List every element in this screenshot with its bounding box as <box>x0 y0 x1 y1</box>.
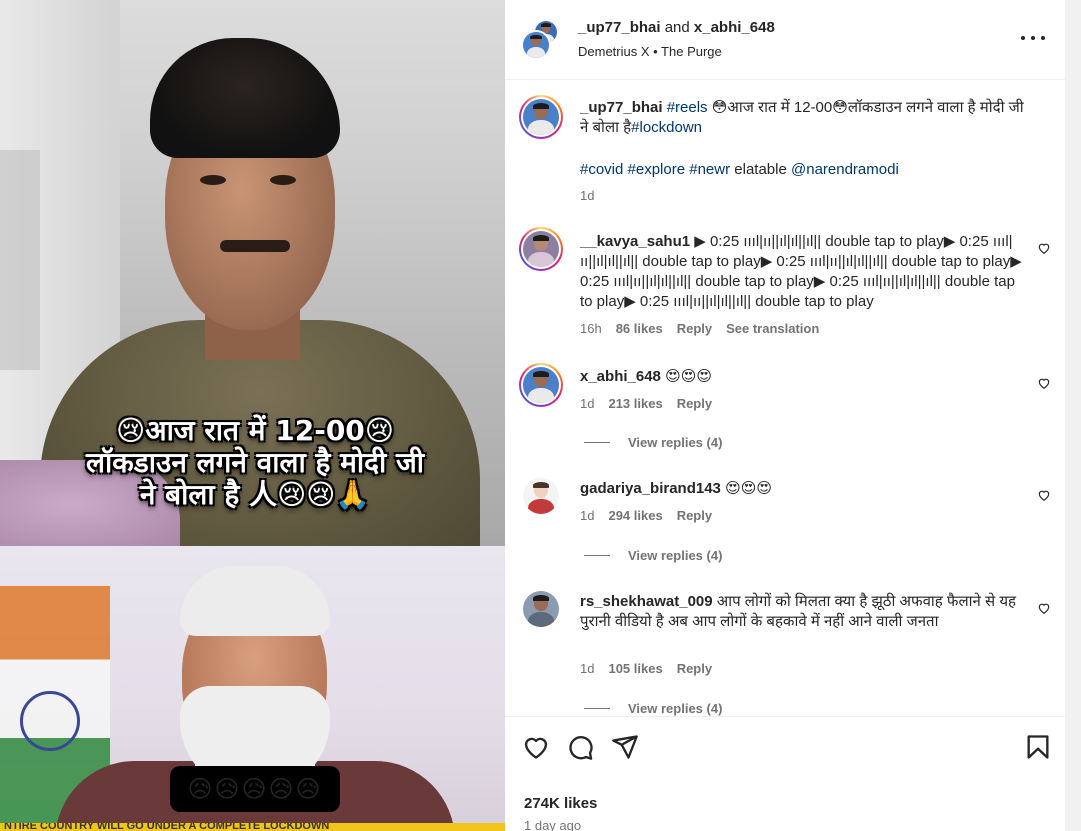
post-details-panel: _up77_bhai and x_abhi_648 Demetrius X • … <box>505 0 1065 831</box>
comment-icon[interactable] <box>566 733 594 761</box>
comment-likes[interactable]: 294 likes <box>608 508 662 523</box>
comment-time: 16h <box>580 321 602 336</box>
overlay-line-3: ने बोला है 人😢😢🙏 <box>139 478 371 511</box>
likes-count[interactable]: 274K likes <box>524 795 597 812</box>
comment-time: 1d <box>580 396 595 411</box>
comment-like-heart-icon[interactable] <box>1037 488 1051 502</box>
tag-newr[interactable]: #newr <box>689 161 730 178</box>
comment-avatar[interactable] <box>523 478 559 514</box>
view-replies-label: View replies (4) <box>628 548 723 563</box>
header-user2-link[interactable]: x_abhi_648 <box>694 19 775 36</box>
comment-meta: 1d 105 likes Reply <box>580 661 712 676</box>
collab-avatar-front[interactable] <box>521 30 551 60</box>
comment-username[interactable]: x_abhi_648 <box>580 368 661 385</box>
view-replies-button[interactable]: View replies (4) <box>584 701 722 716</box>
comment-body: 😍😍😍 <box>665 368 712 385</box>
comment-avatar[interactable] <box>519 363 563 407</box>
comment-like-heart-icon[interactable] <box>1037 601 1051 615</box>
comment-avatar[interactable] <box>519 227 563 271</box>
caption-line-1: 😳आज रात में 12-00😳लॉकडाउन लगने वाला है <box>711 99 976 116</box>
background-shelf <box>0 150 40 370</box>
comment-meta: 16h 86 likes Reply See translation <box>580 321 819 336</box>
action-bar: 274K likes 1 day ago <box>505 716 1065 831</box>
tag-covid[interactable]: #covid <box>580 161 623 178</box>
more-options-icon[interactable] <box>1021 30 1045 46</box>
comment-time: 1d <box>580 508 595 523</box>
header-and-text: and <box>664 19 690 36</box>
reply-button[interactable]: Reply <box>677 321 712 336</box>
comment-text: rs_shekhawat_009 आप लोगों को मिलता क्या … <box>580 592 1025 632</box>
reply-button[interactable]: Reply <box>677 396 712 411</box>
tag-lockdown[interactable]: #lockdown <box>631 119 702 136</box>
comment-body: 😍😍😍 <box>725 480 772 497</box>
comment-likes[interactable]: 105 likes <box>608 661 662 676</box>
caption-time: 1d <box>580 188 594 203</box>
caption-username[interactable]: _up77_bhai <box>580 99 663 116</box>
header-usernames: _up77_bhai and x_abhi_648 <box>578 19 775 36</box>
view-replies-label: View replies (4) <box>628 701 723 716</box>
header-user1-link[interactable]: _up77_bhai <box>578 19 661 36</box>
see-translation-button[interactable]: See translation <box>726 321 819 336</box>
bookmark-icon[interactable] <box>1024 733 1052 761</box>
heart-icon[interactable] <box>522 733 550 761</box>
caption-avatar[interactable] <box>519 95 563 139</box>
comment-meta: 1d 294 likes Reply <box>580 508 712 523</box>
video-top-frame: 😢आज रात में 12-00😢 लॉकडाउन लगने वाला है … <box>0 0 505 546</box>
video-bottom-frame: 😥😥😥😥😥 NTIRE COUNTRY WILL GO UNDER A COMP… <box>0 546 505 831</box>
video-caption-overlay: 😢आज रात में 12-00😢 लॉकडाउन लगने वाला है … <box>50 415 460 511</box>
comment-like-heart-icon[interactable] <box>1037 376 1051 390</box>
audio-link[interactable]: Demetrius X • The Purge <box>578 44 722 59</box>
caption-text: _up77_bhai #reels 😳आज रात में 12-00😳लॉकड… <box>580 98 1035 138</box>
comment-username[interactable]: __kavya_sahu1 <box>580 233 690 250</box>
view-replies-label: View replies (4) <box>628 435 723 450</box>
reel-video[interactable]: 😢आज रात में 12-00😢 लॉकडाउन लगने वाला है … <box>0 0 505 831</box>
caption-tags: #covid #explore #newr elatable @narendra… <box>580 160 899 180</box>
comment-username[interactable]: gadariya_birand143 <box>580 480 721 497</box>
reply-button[interactable]: Reply <box>677 661 712 676</box>
comment-text: x_abhi_648 😍😍😍 <box>580 367 1025 387</box>
comment-avatar[interactable] <box>523 591 559 627</box>
tag-explore[interactable]: #explore <box>628 161 686 178</box>
comment-text: __kavya_sahu1 ▶ 0:25 ıııl|ıı||ıl|ıl||ıl|… <box>580 232 1025 312</box>
share-icon[interactable] <box>611 733 639 761</box>
comment-meta: 1d 213 likes Reply <box>580 396 712 411</box>
emoji-sticker: 😥😥😥😥😥 <box>170 766 340 812</box>
caption-timestamp: 1d <box>580 188 595 203</box>
post-date: 1 day ago <box>524 818 582 831</box>
view-replies-button[interactable]: View replies (4) <box>584 548 722 563</box>
comment-likes[interactable]: 213 likes <box>608 396 662 411</box>
comment-username[interactable]: rs_shekhawat_009 <box>580 593 713 610</box>
mention-link[interactable]: @narendramodi <box>791 161 899 178</box>
reply-button[interactable]: Reply <box>677 508 712 523</box>
overlay-line-1: 😢आज रात में 12-00😢 <box>116 414 394 447</box>
overlay-line-2: लॉकडाउन लगने वाला है मोदी जी <box>86 446 424 479</box>
comment-text: gadariya_birand143 😍😍😍 <box>580 479 1025 499</box>
ticker-text: NTIRE COUNTRY WILL GO UNDER A COMPLETE L… <box>4 823 330 831</box>
news-ticker: NTIRE COUNTRY WILL GO UNDER A COMPLETE L… <box>0 823 505 831</box>
comment-time: 1d <box>580 661 595 676</box>
comment-likes[interactable]: 86 likes <box>616 321 663 336</box>
comment-like-heart-icon[interactable] <box>1037 241 1051 255</box>
caption-elatable: elatable <box>734 161 787 178</box>
scrollbar[interactable] <box>1065 0 1081 831</box>
view-replies-button[interactable]: View replies (4) <box>584 435 722 450</box>
tag-reels[interactable]: #reels <box>667 99 708 116</box>
post-modal: 😢आज रात में 12-00😢 लॉकडाउन लगने वाला है … <box>0 0 1081 831</box>
comments-list[interactable]: _up77_bhai #reels 😳आज रात में 12-00😳लॉकड… <box>505 81 1065 716</box>
post-header: _up77_bhai and x_abhi_648 Demetrius X • … <box>505 0 1065 80</box>
